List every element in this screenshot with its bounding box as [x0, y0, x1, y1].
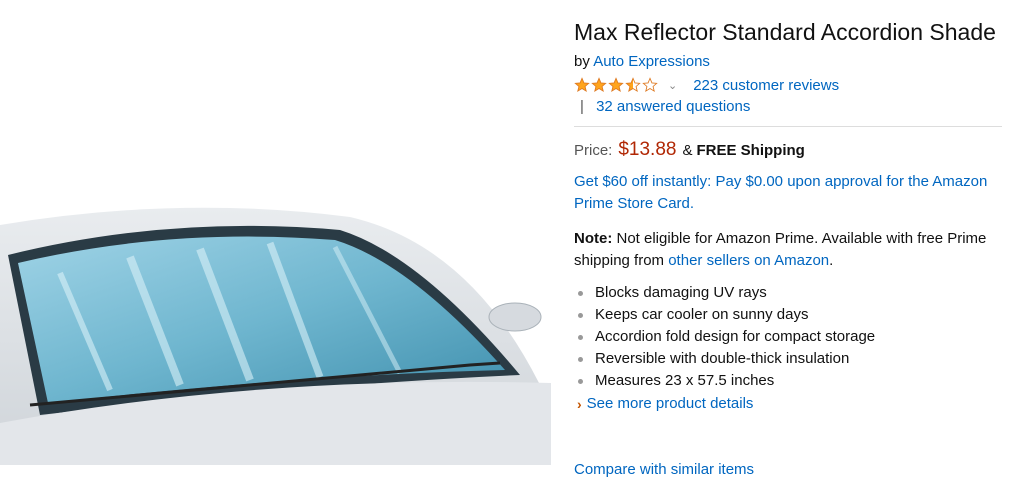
- car-windshield-shade-image: [0, 207, 551, 465]
- feature-text: Accordion fold design for compact storag…: [595, 328, 876, 345]
- product-image[interactable]: [0, 0, 551, 491]
- divider: [574, 126, 1002, 127]
- other-sellers-link[interactable]: other sellers on Amazon: [668, 252, 829, 269]
- star-icon: [625, 77, 641, 93]
- bullet-dot-icon: [578, 290, 583, 296]
- feature-text: Blocks damaging UV rays: [595, 284, 767, 301]
- star-icon: [642, 77, 658, 93]
- bullet-dot-icon: [578, 378, 583, 384]
- promo-link[interactable]: Get $60 off instantly: Pay $0.00 upon ap…: [574, 173, 987, 212]
- qa-row: | 32 answered questions: [574, 97, 1014, 117]
- answered-questions-link[interactable]: 32 answered questions: [596, 98, 750, 115]
- note-label: Note:: [574, 230, 613, 247]
- star-icon: [574, 77, 590, 93]
- bullet-dot-icon: [578, 334, 583, 340]
- chevron-down-icon[interactable]: ⌄: [668, 79, 677, 92]
- feature-bullet: Measures 23 x 57.5 inches: [574, 370, 1014, 392]
- feature-text: Keeps car cooler on sunny days: [595, 306, 809, 323]
- feature-bullet: Keeps car cooler on sunny days: [574, 304, 1014, 326]
- byline: by Auto Expressions: [574, 52, 1014, 72]
- prime-note: Note: Not eligible for Amazon Prime. Ava…: [574, 228, 1004, 272]
- price-label: Price:: [574, 142, 613, 159]
- brand-link[interactable]: Auto Expressions: [593, 53, 710, 70]
- feature-bullets: Blocks damaging UV rays Keeps car cooler…: [574, 282, 1014, 392]
- chevron-right-icon: ›: [577, 396, 582, 412]
- product-details: Max Reflector Standard Accordion Shade b…: [574, 16, 1014, 415]
- see-more-row[interactable]: › See more product details: [574, 393, 1014, 415]
- feature-bullet: Accordion fold design for compact storag…: [574, 326, 1014, 348]
- price-value: $13.88: [618, 139, 677, 160]
- feature-bullet: Blocks damaging UV rays: [574, 282, 1014, 304]
- by-prefix: by: [574, 53, 590, 70]
- product-title: Max Reflector Standard Accordion Shade: [574, 19, 996, 45]
- see-more-details-link[interactable]: See more product details: [587, 393, 754, 415]
- star-rating[interactable]: [574, 77, 658, 93]
- compare-similar-link[interactable]: Compare with similar items: [574, 461, 754, 478]
- reviews-link[interactable]: 223 customer reviews: [693, 77, 839, 94]
- feature-text: Reversible with double-thick insulation: [595, 350, 850, 367]
- rating-row: ⌄ 223 customer reviews: [574, 75, 1014, 95]
- note-end: .: [829, 252, 834, 269]
- price-amp: &: [682, 142, 693, 159]
- promo-offer[interactable]: Get $60 off instantly: Pay $0.00 upon ap…: [574, 171, 1004, 215]
- qa-separator: |: [580, 98, 584, 115]
- feature-text: Measures 23 x 57.5 inches: [595, 372, 775, 389]
- star-icon: [591, 77, 607, 93]
- bullet-dot-icon: [578, 312, 583, 318]
- price-row: Price: $13.88 & FREE Shipping: [574, 139, 1014, 161]
- feature-bullet: Reversible with double-thick insulation: [574, 348, 1014, 370]
- free-shipping: FREE Shipping: [696, 142, 805, 159]
- bullet-dot-icon: [578, 356, 583, 362]
- star-icon: [608, 77, 624, 93]
